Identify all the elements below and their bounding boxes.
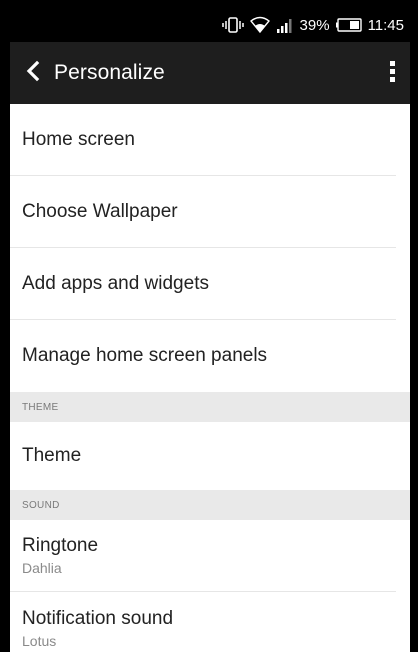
battery-icon [335, 18, 362, 32]
list-item-home-screen[interactable]: Home screen [10, 104, 396, 176]
settings-list: Home screen Choose Wallpaper Add apps an… [10, 104, 410, 652]
list-item-value: Lotus [22, 632, 57, 649]
list-item-choose-wallpaper[interactable]: Choose Wallpaper [10, 176, 396, 248]
screen: 39% 11:45 Personalize Home screen Choose… [10, 8, 410, 652]
list-item-label: Manage home screen panels [22, 345, 268, 366]
overflow-menu-button[interactable] [376, 60, 396, 87]
action-bar: Personalize [10, 42, 410, 104]
device-frame: 39% 11:45 Personalize Home screen Choose… [0, 0, 418, 652]
clock: 11:45 [367, 16, 404, 34]
list-item-theme[interactable]: Theme [10, 422, 396, 490]
list-item-label: Ringtone [22, 535, 99, 556]
list-item-label: Choose Wallpaper [22, 200, 178, 222]
status-bar: 39% 11:45 [10, 8, 410, 42]
list-item-ringtone[interactable]: Ringtone Dahlia [10, 520, 396, 592]
signal-icon [276, 17, 294, 33]
vibrate-icon [221, 17, 244, 33]
list-item-label: Home screen [22, 128, 135, 150]
battery-percent: 39% [299, 16, 330, 34]
list-item-label: Notification sound [22, 607, 174, 629]
back-button[interactable] [26, 60, 40, 87]
overflow-menu-icon [390, 60, 396, 87]
list-item-add-apps-widgets[interactable]: Add apps and widgets [10, 248, 396, 320]
section-header-sound: SOUND [10, 490, 410, 520]
section-header-theme: THEME [10, 392, 410, 422]
wifi-icon [249, 16, 270, 34]
list-item-label: Theme [22, 445, 82, 466]
list-item-label: Add apps and widgets [22, 272, 209, 294]
list-item-notification-sound[interactable]: Notification sound Lotus [10, 592, 396, 652]
chevron-left-icon [26, 60, 40, 87]
page-title: Personalize [54, 61, 165, 84]
list-item-value: Dahlia [22, 560, 62, 576]
list-item-manage-panels[interactable]: Manage home screen panels [10, 320, 396, 392]
